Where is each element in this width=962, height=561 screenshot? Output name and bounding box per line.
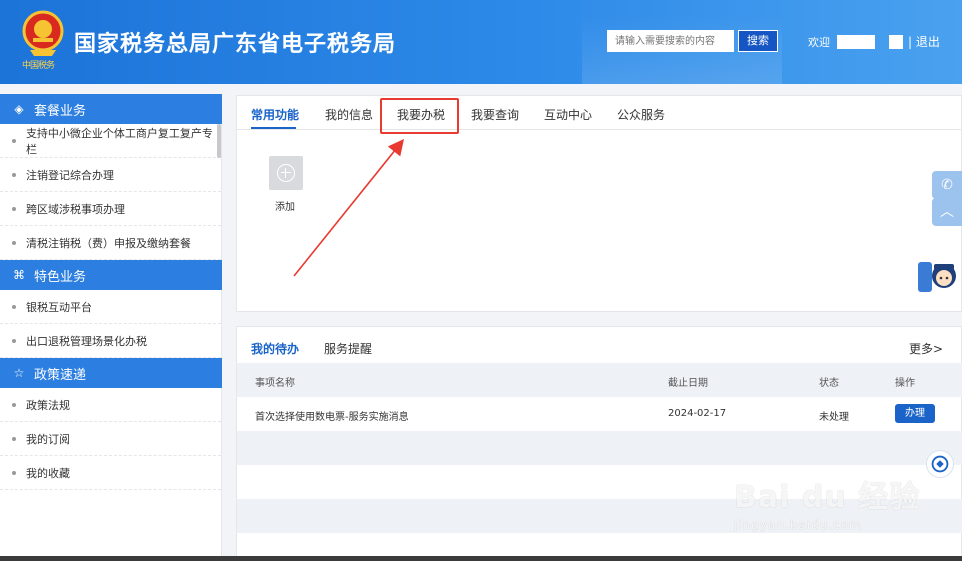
bullet-icon — [12, 470, 16, 475]
table-row[interactable]: 首次选择使用数电票-服务实施消息 2024-02-17 未处理 办理 — [237, 397, 962, 431]
welcome-text: 欢迎 — [808, 36, 830, 49]
row-status: 未处理 — [819, 412, 849, 423]
sidebar-item-export-refund[interactable]: 出口退税管理场景化办税 — [0, 324, 221, 358]
sidebar-group-package[interactable]: ◈ 套餐业务 — [0, 94, 222, 124]
column-header: 操作 — [895, 378, 915, 389]
sidebar-item-label: 跨区域涉税事项办理 — [26, 202, 125, 216]
logout-link[interactable]: | 退出 — [908, 33, 940, 50]
sidebar-item-label: 我的收藏 — [26, 466, 70, 480]
national-emblem-icon — [22, 10, 64, 56]
emblem-signature: 中国税务 — [22, 61, 55, 71]
active-tab-indicator — [251, 127, 296, 129]
redacted-block — [889, 35, 903, 49]
bullet-icon — [12, 206, 16, 211]
site-title: 国家税务总局广东省电子税务局 — [74, 32, 397, 57]
sidebar-item-label: 政策法规 — [26, 398, 70, 412]
table-header: 事项名称 截止日期 状态 操作 — [237, 363, 962, 397]
sidebar-item-subscriptions[interactable]: 我的订阅 — [0, 422, 221, 456]
sidebar-item-smb-support[interactable]: 支持中小微企业个体工商户复工复产专栏 — [0, 124, 221, 158]
tab-my-todo[interactable]: 我的待办 — [251, 340, 299, 357]
wechat-icon[interactable]: ✆ — [932, 171, 962, 199]
sidebar-group-featured[interactable]: ⌘ 特色业务 — [0, 260, 222, 290]
row-date: 2024-02-17 — [668, 408, 727, 419]
redacted-username — [837, 35, 875, 49]
search-input[interactable] — [607, 30, 734, 52]
sidebar-group-label: 套餐业务 — [34, 103, 87, 119]
window-bottom-bar — [0, 556, 962, 561]
watermark-sub: jingyan.baidu.com — [734, 518, 862, 532]
tab-query[interactable]: 我要查询 — [471, 106, 519, 123]
sidebar-item-label: 出口退税管理场景化办税 — [26, 334, 147, 348]
annotation-arrow — [293, 139, 405, 277]
annotation-highlight-box — [380, 98, 459, 134]
sidebar-group-label: 特色业务 — [34, 269, 87, 285]
bullet-icon — [12, 172, 16, 177]
tab-common[interactable]: 常用功能 — [251, 106, 299, 123]
watermark-main: Bai du 经验 — [734, 480, 921, 515]
sidebar-item-favorites[interactable]: 我的收藏 — [0, 456, 221, 490]
sidebar-item-tax-clearance[interactable]: 清税注销税（费）申报及缴纳套餐 — [0, 226, 221, 260]
baidu-watermark: Bai du 经验 jingyan.baidu.com — [734, 472, 920, 532]
sidebar: ◈ 套餐业务 支持中小微企业个体工商户复工复产专栏 注销登记综合办理 跨区域涉税… — [0, 94, 222, 561]
bullet-icon — [12, 240, 16, 245]
bullet-icon — [12, 338, 16, 343]
sidebar-item-label: 我的订阅 — [26, 432, 70, 446]
tab-service-reminder[interactable]: 服务提醒 — [324, 340, 372, 357]
sidebar-item-label: 支持中小微企业个体工商户复工复产专栏 — [25, 126, 213, 156]
bullet-icon — [12, 138, 16, 143]
sidebar-item-label: 清税注销税（费）申报及缴纳套餐 — [26, 236, 191, 250]
more-link[interactable]: 更多> — [909, 340, 943, 357]
layers-icon: ◈ — [14, 102, 24, 116]
bullet-icon — [12, 402, 16, 407]
row-name: 首次选择使用数电票-服务实施消息 — [255, 412, 409, 423]
tab-my-info[interactable]: 我的信息 — [325, 106, 373, 123]
star-icon: ☆ — [13, 366, 25, 380]
column-header: 截止日期 — [668, 378, 708, 389]
main-tabs: 常用功能 我的信息 我要办税 我要查询 互动中心 公众服务 — [237, 96, 961, 130]
sidebar-scrollbar[interactable] — [217, 124, 221, 158]
chat-service-icon[interactable] — [926, 450, 954, 478]
column-header: 状态 — [819, 378, 839, 389]
sidebar-item-label: 注销登记综合办理 — [26, 168, 114, 182]
todo-tabs: 我的待办 服务提醒 更多> — [237, 327, 961, 361]
bullet-icon — [12, 436, 16, 441]
bullet-icon — [12, 304, 16, 309]
tab-interaction[interactable]: 互动中心 — [544, 106, 592, 123]
search-button[interactable]: 搜索 — [738, 30, 778, 52]
column-header: 事项名称 — [255, 378, 295, 389]
sidebar-item-bank-tax[interactable]: 银税互动平台 — [0, 290, 221, 324]
site-header: 中国税务 国家税务总局广东省电子税务局 搜索 欢迎 | 退出 — [0, 0, 962, 84]
sidebar-item-regulations[interactable]: 政策法规 — [0, 388, 221, 422]
handle-button[interactable]: 办理 — [895, 404, 935, 423]
chevron-up-icon[interactable]: ︿ — [932, 198, 962, 226]
sidebar-item-deregistration[interactable]: 注销登记综合办理 — [0, 158, 221, 192]
grid-icon: ⌘ — [13, 268, 25, 282]
sidebar-item-label: 银税互动平台 — [26, 300, 92, 314]
sidebar-group-policy[interactable]: ☆ 政策速递 — [0, 358, 222, 388]
sidebar-item-cross-region[interactable]: 跨区域涉税事项办理 — [0, 192, 221, 226]
table-row-empty — [237, 431, 962, 465]
assistant-robot-icon[interactable] — [918, 256, 958, 296]
sidebar-group-label: 政策速递 — [34, 367, 87, 383]
tab-public-service[interactable]: 公众服务 — [617, 106, 665, 123]
